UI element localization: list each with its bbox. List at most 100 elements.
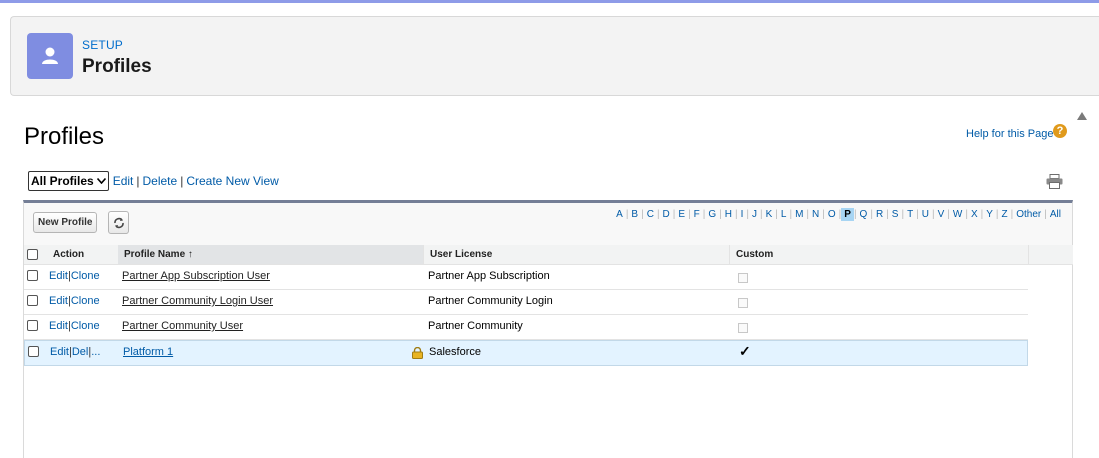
custom-unchecked-box [738,323,748,333]
row-more-actions-link[interactable]: ... [91,346,100,358]
row-user-license: Partner Community Login [428,295,553,307]
column-custom[interactable]: Custom [729,245,1029,264]
row-profile-name-cell: Partner Community User [122,315,243,339]
setup-header: SETUP Profiles [10,16,1099,96]
alphabet-link-m[interactable]: M [792,208,806,221]
alphabet-link-x[interactable]: X [968,208,981,221]
table-row: Edit|Del|... Platform 1 Salesforce ✓ [24,340,1028,366]
header-title: Profiles [82,56,152,77]
row-profile-name-cell: Platform 1 [123,341,173,365]
column-action: Action [53,249,85,260]
lock-icon [412,346,423,362]
profile-name-link[interactable]: Partner App Subscription User [122,270,270,282]
alphabet-link-h[interactable]: H [722,208,735,221]
new-profile-button[interactable]: New Profile [33,212,98,233]
sort-ascending-icon: ↑ [187,249,193,260]
select-all-cell [24,245,46,264]
row-clone-link[interactable]: Clone [71,270,100,282]
alphabet-link-k[interactable]: K [763,208,776,221]
refresh-button[interactable] [108,211,129,234]
edit-view-link[interactable]: Edit [113,174,134,188]
setup-label: SETUP [82,38,124,52]
alphabet-link-v[interactable]: V [935,208,948,221]
separator: | [136,174,140,188]
refresh-icon [113,217,124,228]
row-edit-link[interactable]: Edit [49,295,68,307]
page-title: Profiles [24,123,105,150]
alphabet-link-c[interactable]: C [644,208,657,221]
alphabet-link-i[interactable]: I [738,208,747,221]
row-del-link[interactable]: Del [72,346,89,358]
row-actions: Edit|Clone [49,315,100,339]
alphabet-link-s[interactable]: S [889,208,902,221]
row-checkbox[interactable] [28,346,39,357]
row-edit-link[interactable]: Edit [49,320,68,332]
column-profile-name[interactable]: Profile Name ↑ [118,245,423,264]
alphabet-filter: A | B | C | D | E | F | G | H | I | J | K | L | M | N | O | P | Q | R | S | T |… [613,208,1064,221]
alphabet-link-g[interactable]: G [705,208,719,221]
row-actions: Edit|Clone [49,290,100,314]
alphabet-link-u[interactable]: U [919,208,932,221]
alphabet-link-j[interactable]: J [749,208,760,221]
row-actions: Edit|Clone [49,265,100,289]
delete-view-link[interactable]: Delete [143,174,178,188]
profile-name-link[interactable]: Partner Community Login User [122,295,273,307]
alphabet-link-z[interactable]: Z [999,208,1011,221]
create-new-view-link[interactable]: Create New View [186,174,278,188]
row-user-license: Partner App Subscription [428,270,550,282]
alphabet-link-q[interactable]: Q [857,208,871,221]
printer-icon[interactable] [1046,174,1063,194]
alphabet-link-a[interactable]: A [613,208,626,221]
row-edit-link[interactable]: Edit [49,270,68,282]
view-select[interactable]: All Profiles [28,171,109,191]
help-link[interactable]: Help for this Page [966,128,1053,140]
alphabet-link-o[interactable]: O [825,208,839,221]
user-icon [27,33,73,79]
row-actions: Edit|Del|... [50,341,100,365]
scroll-up-arrow-icon[interactable] [1077,112,1087,120]
row-checkbox[interactable] [27,320,38,331]
list-toolbar: New Profile A | B | C | D | E | F | G | H | I | J | K | L | M | N |… [24,203,1072,246]
alphabet-link-e[interactable]: E [675,208,688,221]
alphabet-link-f[interactable]: F [691,208,703,221]
alphabet-link-n[interactable]: N [809,208,822,221]
select-all-checkbox[interactable] [27,249,38,260]
table-header-row: Action Profile Name ↑ User License Custo… [24,245,1028,265]
alphabet-link-r[interactable]: R [873,208,886,221]
alphabet-link-other[interactable]: Other [1013,208,1044,221]
profiles-table: Action Profile Name ↑ User License Custo… [24,245,1028,366]
row-checkbox[interactable] [27,295,38,306]
table-header-filler [1028,245,1073,265]
alphabet-link-l[interactable]: L [778,208,790,221]
top-accent-line [0,0,1099,3]
custom-unchecked-box [738,273,748,283]
profile-name-link[interactable]: Partner Community User [122,320,243,332]
alphabet-link-d[interactable]: D [660,208,673,221]
row-profile-name-cell: Partner App Subscription User [122,265,270,289]
view-controls: All Profiles Edit | Delete | Create New View [28,171,279,191]
row-profile-name-cell: Partner Community Login User [122,290,273,314]
column-profile-name-label: Profile Name [124,249,186,260]
alphabet-link-b[interactable]: B [628,208,641,221]
view-select-value: All Profiles [31,174,94,188]
row-checkbox[interactable] [27,270,38,281]
profile-name-link[interactable]: Platform 1 [123,346,173,358]
row-edit-link[interactable]: Edit [50,346,69,358]
separator: | [180,174,184,188]
alphabet-link-t[interactable]: T [904,208,916,221]
chevron-down-icon [96,178,106,184]
alphabet-link-w[interactable]: W [950,208,965,221]
alphabet-link-y[interactable]: Y [983,208,996,221]
profiles-list-panel: New Profile A | B | C | D | E | F | G | H | I | J | K | L | M | N |… [23,200,1073,458]
table-row: Edit|Clone Partner App Subscription User P… [24,265,1028,290]
table-row: Edit|Clone Partner Community User Partner … [24,315,1028,340]
custom-checked-icon: ✓ [739,343,751,359]
alphabet-link-all[interactable]: All [1047,208,1064,221]
alphabet-link-p[interactable]: P [841,208,854,221]
row-clone-link[interactable]: Clone [71,295,100,307]
row-user-license: Salesforce [429,346,481,358]
question-icon[interactable]: ? [1053,124,1067,138]
row-user-license: Partner Community [428,320,523,332]
row-clone-link[interactable]: Clone [71,320,100,332]
column-user-license[interactable]: User License [423,245,729,264]
